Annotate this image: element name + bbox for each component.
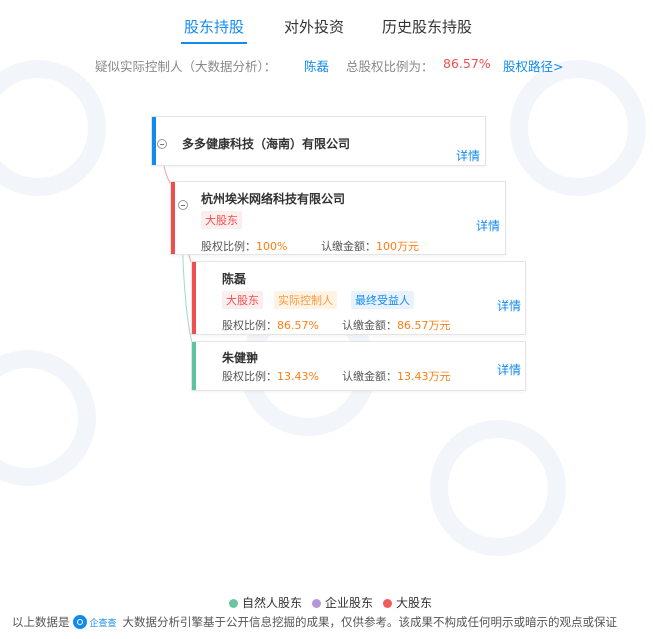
- tab-bar: 股东持股 对外投资 历史股东持股: [0, 16, 653, 46]
- ratio-label: 总股权比例为：: [346, 59, 434, 74]
- watermark: [430, 420, 590, 580]
- company-shareholder-card[interactable]: 杭州埃米网络科技有限公司 大股东 股权比例：100% 认缴金额：100万元 详情: [170, 181, 506, 255]
- legend-dot: [383, 599, 392, 608]
- disclaimer-footer: 以上数据是 企查查 大数据分析引擎基于公开信息挖掘的成果，仅供参考。该成果不构成任何…: [12, 614, 652, 632]
- subscribed-capital: 认缴金额：13.43万元: [342, 370, 451, 383]
- collapse-toggle[interactable]: [157, 139, 167, 149]
- legend-major-shareholder: 大股东: [383, 594, 432, 611]
- detail-link[interactable]: 详情: [476, 217, 500, 234]
- ratio-value: 86.57%: [443, 56, 491, 71]
- person-shareholder-card[interactable]: 朱健翀 股权比例：13.43% 认缴金额：13.43万元 详情: [191, 341, 526, 391]
- footer-logo-text: 企查查: [89, 619, 117, 629]
- qichacha-logo-icon: [72, 615, 87, 629]
- collapse-toggle[interactable]: [178, 200, 188, 210]
- card-accent-bar: [171, 182, 175, 254]
- detail-link[interactable]: 详情: [497, 361, 521, 378]
- watermark: [0, 350, 120, 510]
- root-company-name: 多多健康科技（海南）有限公司: [182, 137, 351, 151]
- card-accent-bar: [192, 262, 196, 334]
- tag-actual-controller: 实际控制人: [274, 291, 337, 309]
- controller-name-link[interactable]: 陈磊: [304, 56, 329, 75]
- subscribed-capital: 认缴金额：100万元: [321, 240, 419, 253]
- legend: 自然人股东 企业股东 大股东: [0, 594, 653, 610]
- person-name: 陈磊: [222, 272, 247, 286]
- subscribed-capital: 认缴金额：86.57万元: [342, 319, 451, 332]
- detail-link[interactable]: 详情: [456, 147, 480, 164]
- controller-summary: 疑似实际控制人（大数据分析）： 陈磊 总股权比例为： 86.57% 股权路径>: [0, 56, 653, 76]
- footer-disclaimer: 大数据分析引擎基于公开信息挖掘的成果，仅供参考。该成果不构成任何明示或暗示的观点…: [122, 615, 618, 629]
- legend-dot: [229, 599, 238, 608]
- tag-major-shareholder: 大股东: [222, 291, 263, 309]
- tag-major-shareholder: 大股东: [201, 211, 242, 229]
- legend-natural-person: 自然人股东: [229, 594, 302, 611]
- shareholding-ratio: 股权比例：13.43%: [222, 370, 319, 383]
- card-accent-bar: [152, 117, 156, 165]
- legend-dot: [312, 599, 321, 608]
- root-company-card[interactable]: 多多健康科技（海南）有限公司 详情: [151, 116, 486, 166]
- tab-history-shareholders[interactable]: 历史股东持股: [382, 16, 472, 37]
- shareholding-ratio: 股权比例：86.57%: [222, 319, 319, 332]
- watermark: [0, 60, 130, 220]
- card-accent-bar: [192, 342, 196, 390]
- person-name: 朱健翀: [222, 351, 259, 365]
- company-shareholder-name: 杭州埃米网络科技有限公司: [201, 192, 346, 206]
- detail-link[interactable]: 详情: [497, 297, 521, 314]
- equity-path-link[interactable]: 股权路径>: [503, 56, 563, 75]
- tag-ultimate-beneficiary: 最终受益人: [351, 291, 414, 309]
- watermark: [510, 60, 653, 220]
- legend-enterprise: 企业股东: [312, 594, 373, 611]
- tab-investments[interactable]: 对外投资: [284, 16, 344, 37]
- person-shareholder-card[interactable]: 陈磊 大股东 实际控制人 最终受益人 股权比例：86.57% 认缴金额：86.5…: [191, 261, 526, 335]
- footer-prefix: 以上数据是: [12, 615, 70, 629]
- shareholding-ratio: 股权比例：100%: [201, 240, 288, 253]
- active-tab-indicator: [181, 42, 247, 44]
- tab-shareholders[interactable]: 股东持股: [184, 16, 244, 37]
- controller-prefix: 疑似实际控制人（大数据分析）：: [95, 59, 277, 74]
